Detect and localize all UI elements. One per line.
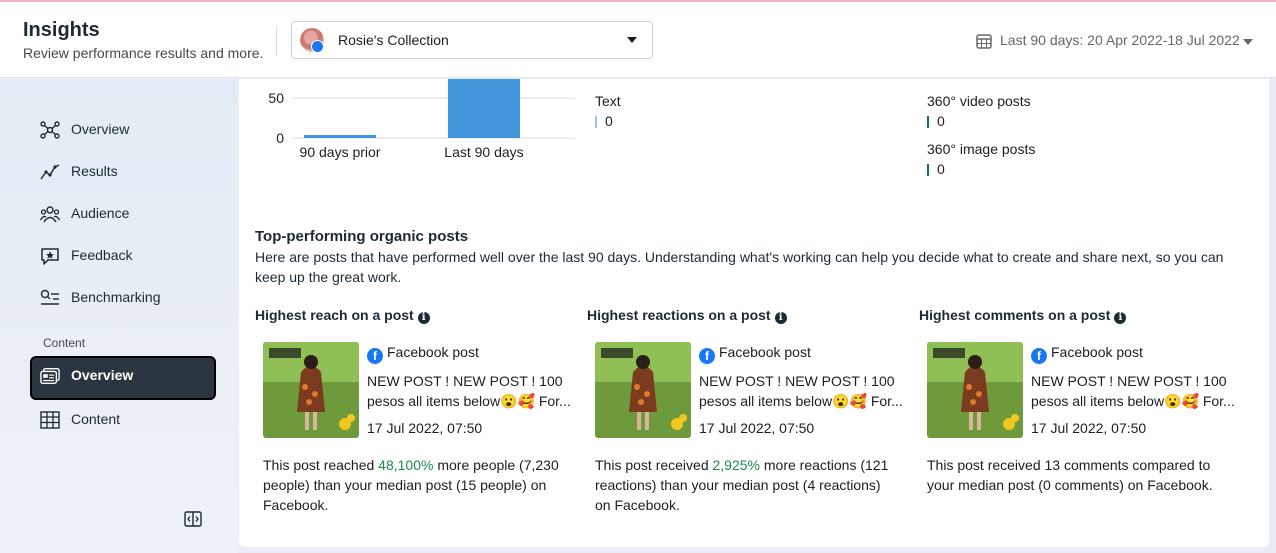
sidebar-item-benchmarking[interactable]: Benchmarking (30, 278, 216, 318)
sidebar-item-content[interactable]: Content (30, 400, 216, 440)
sidebar-item-label: Overview (71, 367, 134, 383)
post-thumbnail[interactable] (263, 342, 359, 438)
post-date: 17 Jul 2022, 07:50 (1031, 420, 1147, 436)
post-image (595, 342, 691, 438)
sidebar-item-label: Feedback (71, 247, 133, 263)
account-selector[interactable]: Rosie's Collection (291, 21, 653, 59)
sidebar-item-label: Audience (71, 205, 130, 221)
post-date: 17 Jul 2022, 07:50 (699, 420, 815, 436)
summary-text: This post received 13 comments compared … (927, 457, 1213, 493)
post-type: f Facebook post (699, 344, 811, 364)
card-heading: Highest reach on a post i (255, 307, 430, 324)
facebook-icon: f (367, 348, 383, 364)
sidebar-item-label: Benchmarking (71, 289, 161, 305)
sidebar-item-label: Content (71, 411, 121, 427)
post-summary: This post received 2,925% more reactions… (595, 455, 895, 515)
card-heading-text: Highest comments on a post (919, 307, 1111, 323)
sidebar-item-feedback[interactable]: Feedback (30, 236, 216, 276)
chat-star-icon (41, 248, 59, 265)
post-text[interactable]: NEW POST ! NEW POST ! 100 pesos all item… (699, 371, 909, 411)
summary-highlight: 48,100% (378, 457, 434, 473)
chevron-down-icon (627, 37, 637, 43)
sidebar-item-overview[interactable]: Overview (30, 110, 216, 150)
top-posts-description: Here are posts that have performed well … (255, 249, 1224, 285)
format-label-360-image: 360° image posts (927, 141, 1036, 157)
page-title: Insights (23, 19, 100, 41)
y-tick-label: 0 (276, 130, 284, 146)
post-thumbnail[interactable] (595, 342, 691, 438)
info-icon[interactable]: i (417, 312, 430, 324)
top-post-card-reactions: Highest reactions on a post i f Facebook p… (587, 307, 907, 517)
search-list-icon (40, 289, 59, 305)
top-post-card-reach: Highest reach on a post i f Facebook post … (255, 307, 575, 517)
top-post-card-comments: Highest comments on a post i f Facebook po… (919, 307, 1239, 517)
info-icon[interactable]: i (1114, 312, 1127, 324)
table-icon (40, 411, 60, 429)
top-posts-title: Top-performing organic posts (255, 228, 469, 245)
people-icon (40, 206, 60, 223)
format-indicator (927, 164, 929, 176)
post-text[interactable]: NEW POST ! NEW POST ! 100 pesos all item… (367, 371, 577, 411)
posts-icon (40, 368, 60, 384)
sidebar-item-content-overview[interactable]: Overview (30, 356, 216, 400)
card-heading-text: Highest reactions on a post (587, 307, 771, 323)
facebook-icon: f (1031, 348, 1047, 364)
facebook-icon: f (699, 348, 715, 364)
format-value: 0 (937, 161, 945, 177)
format-value-360-video: 0 (927, 113, 945, 129)
x-tick-label: 90 days prior (300, 144, 381, 160)
format-label-text: Text (595, 93, 621, 109)
bar-0[interactable] (304, 135, 376, 138)
card-heading: Highest reactions on a post i (587, 307, 787, 324)
bar-1[interactable] (448, 79, 520, 138)
x-tick-label: Last 90 days (444, 144, 523, 160)
sidebar-section-content: Content (43, 336, 86, 350)
post-type: f Facebook post (1031, 344, 1143, 364)
post-summary: This post reached 48,100% more people (7… (263, 455, 563, 515)
post-type-label: Facebook post (719, 344, 811, 360)
network-icon (40, 121, 60, 139)
facebook-badge-icon (311, 40, 324, 53)
post-date: 17 Jul 2022, 07:50 (367, 420, 483, 436)
post-type-label: Facebook post (1051, 344, 1143, 360)
format-value-text: 0 (595, 113, 613, 129)
post-image (927, 342, 1023, 438)
sidebar-item-audience[interactable]: Audience (30, 194, 216, 234)
post-type: f Facebook post (367, 344, 479, 364)
main-panel: 50 0 90 days prior Last 90 days Text 0 360°… (239, 79, 1269, 547)
format-indicator (927, 116, 929, 128)
format-value-360-image: 0 (927, 161, 945, 177)
info-icon[interactable]: i (774, 312, 787, 324)
card-heading: Highest comments on a post i (919, 307, 1127, 324)
y-tick-label: 50 (268, 90, 284, 106)
sidebar-item-label: Results (71, 163, 118, 179)
post-thumbnail[interactable] (927, 342, 1023, 438)
format-indicator (595, 116, 597, 128)
format-value: 0 (605, 113, 613, 129)
format-label-360-video: 360° video posts (927, 93, 1031, 109)
post-summary: This post received 13 comments compared … (927, 455, 1227, 495)
account-name: Rosie's Collection (338, 32, 449, 48)
summary-text: This post reached (263, 457, 379, 473)
trend-line-icon (40, 164, 60, 180)
posts-bar-chart: 50 0 90 days prior Last 90 days (268, 79, 575, 160)
card-heading-text: Highest reach on a post (255, 307, 414, 323)
page-subtitle: Review performance results and more. (23, 45, 264, 61)
post-type-label: Facebook post (387, 344, 479, 360)
summary-highlight: 2,925% (712, 457, 760, 473)
sidebar-item-results[interactable]: Results (30, 152, 216, 192)
summary-text: This post received (595, 457, 713, 473)
format-value: 0 (937, 113, 945, 129)
date-range-selector[interactable]: Last 90 days: 20 Apr 2022-18 Jul 2022 (1000, 32, 1240, 48)
date-chevron-down-icon[interactable] (1243, 39, 1253, 45)
post-text[interactable]: NEW POST ! NEW POST ! 100 pesos all item… (1031, 371, 1241, 411)
header-divider (276, 26, 277, 56)
calendar-icon (976, 34, 992, 49)
sidebar: Overview Results Audience Feedback Bench… (0, 79, 238, 553)
collapse-sidebar-icon[interactable] (184, 511, 202, 527)
page-header: Insights Review performance results and … (0, 2, 1276, 78)
post-image (263, 342, 359, 438)
sidebar-item-label: Overview (71, 121, 130, 137)
